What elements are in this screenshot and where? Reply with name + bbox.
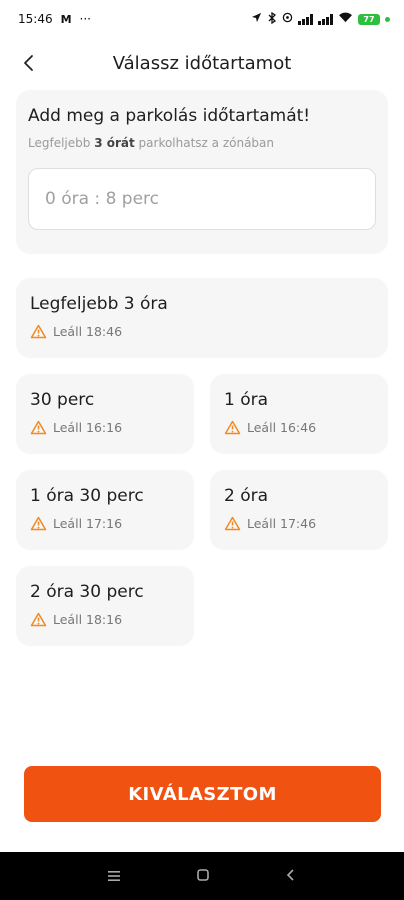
warning-triangle-icon — [30, 612, 47, 627]
charging-dot-icon — [385, 16, 390, 22]
back-arrow-icon — [24, 55, 33, 71]
custom-duration-title: Add meg a parkolás időtartamát! — [28, 106, 311, 126]
system-nav-bar — [0, 852, 404, 900]
custom-duration-card: Add meg a parkolás időtartamát! Legfelje… — [16, 90, 388, 254]
bluetooth-icon — [267, 11, 277, 27]
warning-triangle-icon — [30, 324, 47, 339]
option-max-duration[interactable]: Legfeljebb 3 óra Leáll 18:46 — [16, 278, 388, 358]
option-label: 1 óra — [224, 390, 269, 410]
option-2-hours-30-min[interactable]: 2 óra 30 perc Leáll 18:16 — [16, 566, 194, 646]
more-notifications-icon: ··· — [79, 12, 91, 26]
option-stop-time: Leáll 17:46 — [224, 516, 374, 531]
warning-triangle-icon — [224, 420, 241, 435]
option-label: Legfeljebb 3 óra — [30, 294, 168, 314]
signal-icon — [298, 13, 313, 25]
stop-time-text: Leáll 17:16 — [53, 516, 123, 531]
wifi-icon — [338, 12, 353, 26]
footer: KIVÁLASZTOM — [0, 740, 404, 852]
stop-time-text: Leáll 16:46 — [247, 420, 317, 435]
max-duration-hint: Legfeljebb 3 órát parkolhatsz a zónában — [28, 136, 376, 150]
status-right: 77 — [251, 11, 390, 27]
stop-time-text: Leáll 17:46 — [247, 516, 317, 531]
stop-time-text: Leáll 16:16 — [53, 420, 123, 435]
battery-icon: 77 — [358, 13, 380, 25]
back-button[interactable] — [14, 48, 44, 78]
nav-menu-icon[interactable] — [107, 867, 121, 886]
option-stop-time: Leáll 17:16 — [30, 516, 180, 531]
option-label: 2 óra 30 perc — [30, 582, 144, 602]
option-2-hours[interactable]: 2 óra Leáll 17:46 — [210, 470, 388, 550]
option-stop-time: Leáll 16:46 — [224, 420, 374, 435]
header: Válassz időtartamot — [0, 40, 404, 86]
hint-max-hours: 3 órát — [94, 136, 135, 150]
stop-time-text: Leáll 18:46 — [53, 324, 123, 339]
hint-suffix: parkolhatsz a zónában — [134, 136, 275, 150]
location-icon — [251, 12, 262, 26]
option-1-hour[interactable]: 1 óra Leáll 16:46 — [210, 374, 388, 454]
nav-back-icon[interactable] — [285, 867, 297, 886]
warning-triangle-icon — [30, 516, 47, 531]
hint-prefix: Legfeljebb — [28, 136, 95, 150]
warning-triangle-icon — [224, 516, 241, 531]
option-30-min[interactable]: 30 perc Leáll 16:16 — [16, 374, 194, 454]
option-label: 30 perc — [30, 390, 95, 410]
status-left: 15:46 M ··· — [18, 12, 91, 26]
stop-time-text: Leáll 18:16 — [53, 612, 123, 627]
select-button[interactable]: KIVÁLASZTOM — [24, 766, 381, 822]
option-1-hour-30-min[interactable]: 1 óra 30 perc Leáll 17:16 — [16, 470, 194, 550]
status-bar: 15:46 M ··· 77 — [0, 0, 404, 38]
warning-triangle-icon — [30, 420, 47, 435]
option-stop-time: Leáll 16:16 — [30, 420, 180, 435]
option-stop-time: Leáll 18:16 — [30, 612, 180, 627]
page-title: Válassz időtartamot — [112, 52, 292, 74]
nav-home-icon[interactable] — [196, 867, 210, 886]
duration-input[interactable] — [28, 168, 376, 230]
mail-icon: M — [60, 12, 72, 26]
option-label: 2 óra — [224, 486, 269, 506]
signal-icon-2 — [318, 13, 333, 25]
option-label: 1 óra 30 perc — [30, 486, 144, 506]
status-time: 15:46 — [18, 12, 53, 26]
alarm-icon — [282, 12, 293, 26]
option-stop-time: Leáll 18:46 — [30, 324, 374, 339]
